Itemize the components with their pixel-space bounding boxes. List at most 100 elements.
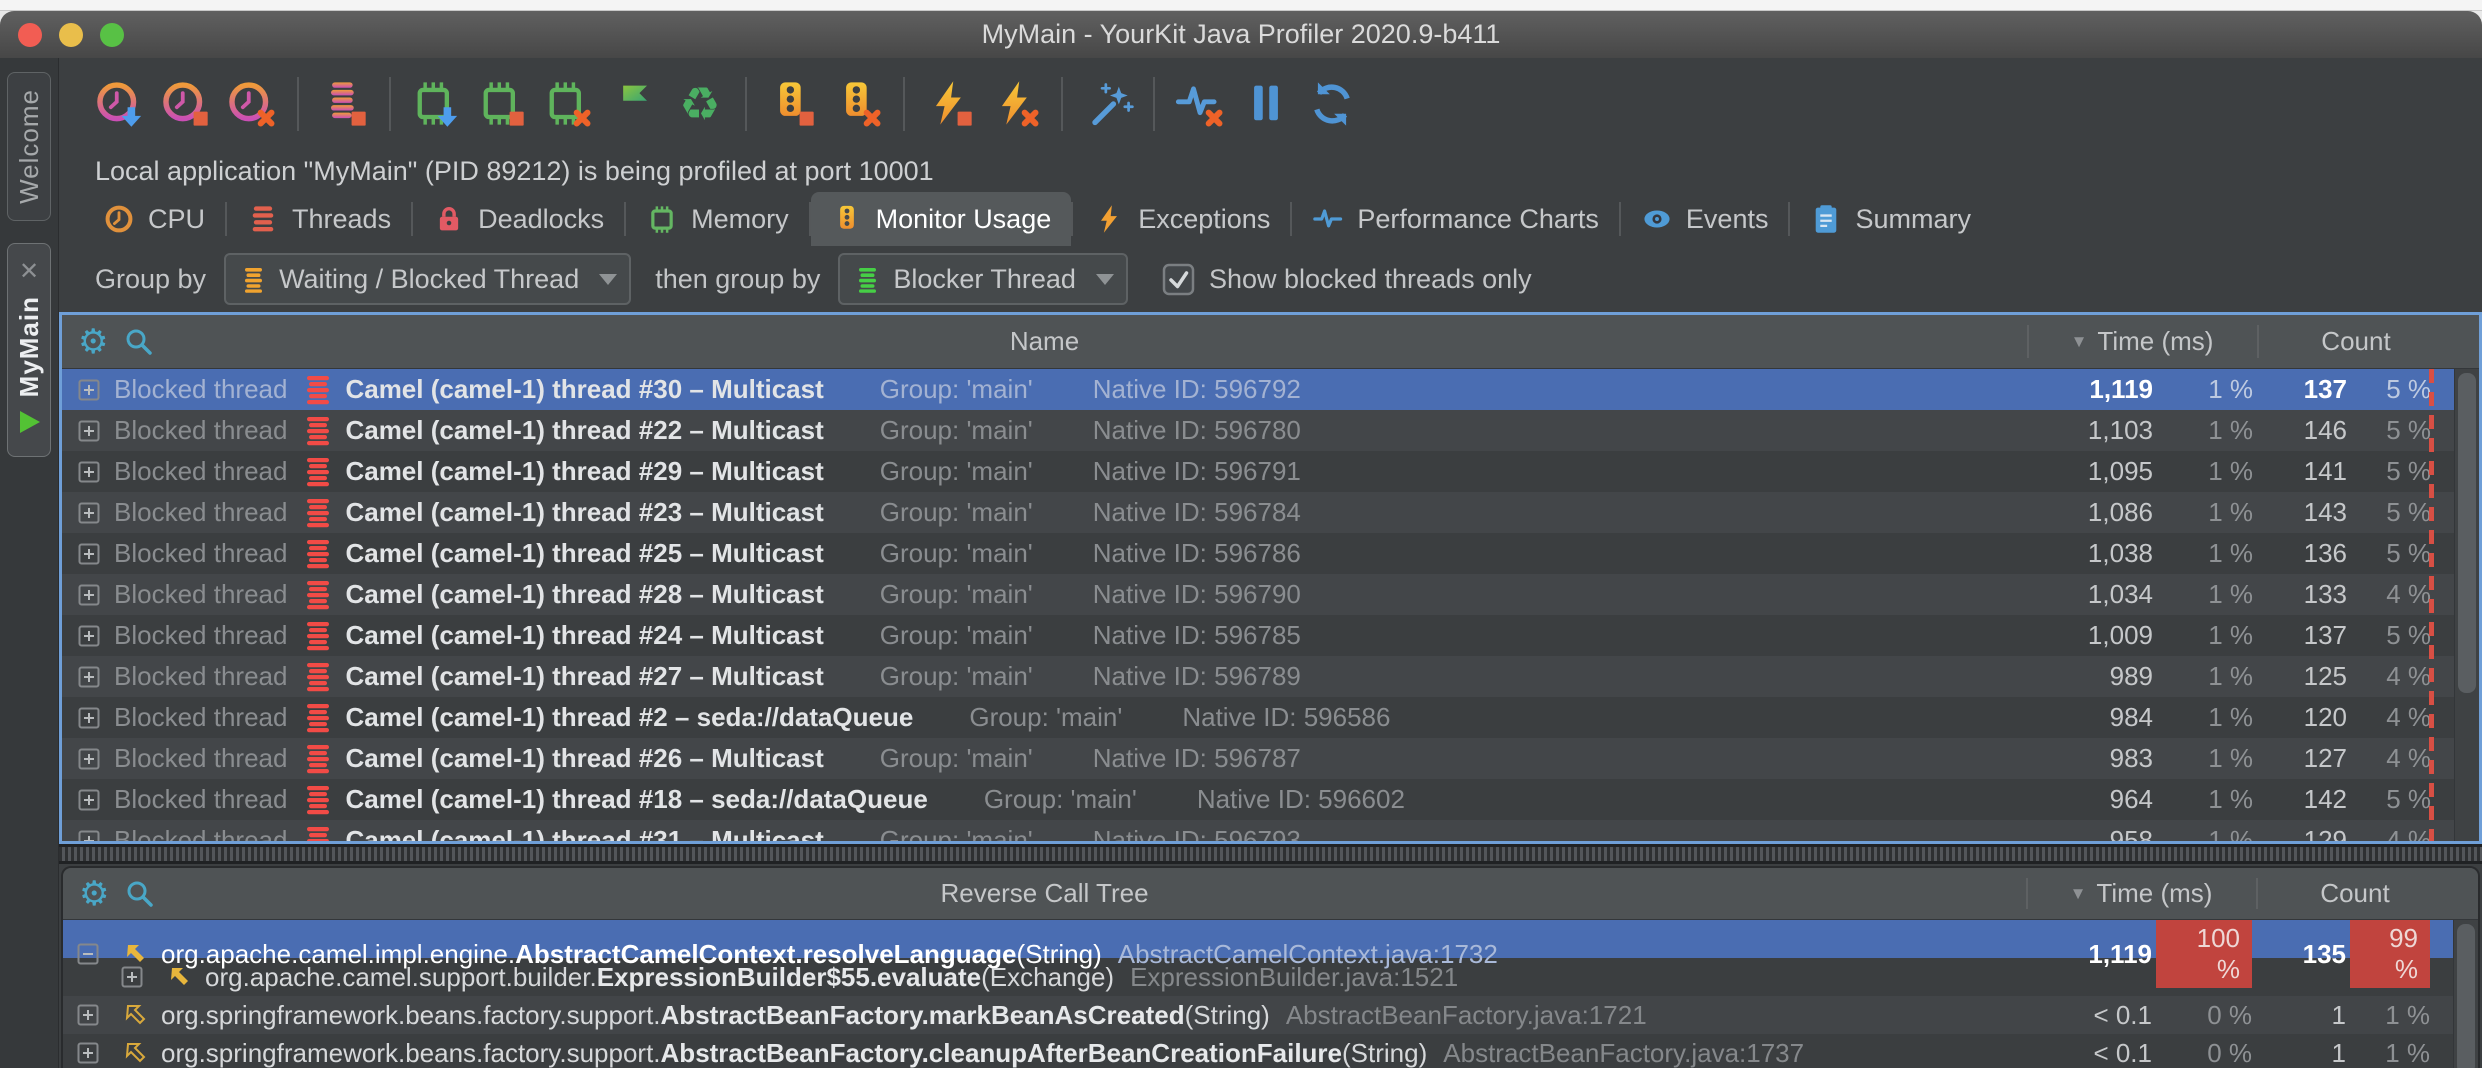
expand-icon[interactable] bbox=[78, 379, 100, 401]
capture-memory-snapshot-button[interactable] bbox=[473, 75, 531, 133]
column-header-name[interactable]: Name bbox=[62, 326, 2027, 357]
refresh-button[interactable] bbox=[1303, 75, 1361, 133]
group-by-dropdown[interactable]: Waiting / Blocked Thread bbox=[224, 253, 631, 305]
blocked-thread-prefix: Blocked thread bbox=[114, 702, 287, 733]
thread-row-name-cell: Blocked threadCamel (camel-1) thread #29… bbox=[62, 456, 2027, 487]
gear-icon[interactable]: ⚙ bbox=[79, 877, 109, 911]
tab-deadlocks[interactable]: Deadlocks bbox=[413, 192, 624, 246]
thread-row-name-cell: Blocked threadCamel (camel-1) thread #31… bbox=[62, 825, 2027, 841]
start-cpu-profiling-button[interactable] bbox=[91, 75, 149, 133]
tab-events[interactable]: Events bbox=[1621, 192, 1789, 246]
column-header-count[interactable]: Count bbox=[2256, 868, 2454, 919]
count-percent: 5 % bbox=[2351, 497, 2435, 528]
force-gc-button[interactable]: ♻ bbox=[671, 75, 729, 133]
thread-row[interactable]: Blocked threadCamel (camel-1) thread #18… bbox=[62, 779, 2455, 820]
thread-row[interactable]: Blocked threadCamel (camel-1) thread #24… bbox=[62, 615, 2455, 656]
thread-icon bbox=[305, 498, 331, 528]
start-allocation-recording-button[interactable] bbox=[407, 75, 465, 133]
thread-group: Group: 'main' bbox=[880, 415, 1033, 446]
expand-icon[interactable] bbox=[78, 830, 100, 842]
pause-button[interactable] bbox=[1237, 75, 1295, 133]
thread-name: Camel (camel-1) thread #25 – Multicast bbox=[345, 538, 823, 569]
tab-summary[interactable]: Summary bbox=[1790, 192, 1991, 246]
tab-label: CPU bbox=[148, 204, 205, 235]
expand-icon[interactable] bbox=[78, 461, 100, 483]
close-session-icon[interactable]: ✕ bbox=[19, 260, 39, 284]
thread-name: Camel (camel-1) thread #24 – Multicast bbox=[345, 620, 823, 651]
time-value: 1,034 bbox=[2027, 579, 2157, 610]
clear-allocation-data-button[interactable] bbox=[539, 75, 597, 133]
vertical-scrollbar[interactable] bbox=[2453, 920, 2478, 1068]
call-tree-row[interactable]: org.apache.camel.impl.engine.AbstractCam… bbox=[63, 920, 2454, 958]
thread-row[interactable]: Blocked threadCamel (camel-1) thread #25… bbox=[62, 533, 2455, 574]
expand-icon[interactable] bbox=[78, 707, 100, 729]
minimize-window-button[interactable] bbox=[59, 23, 83, 47]
thread-row[interactable]: Blocked threadCamel (camel-1) thread #28… bbox=[62, 574, 2455, 615]
thread-row[interactable]: Blocked threadCamel (camel-1) thread #26… bbox=[62, 738, 2455, 779]
vertical-scrollbar[interactable] bbox=[2454, 369, 2479, 841]
sort-desc-icon: ▼ bbox=[2070, 884, 2087, 904]
sidebar-tab-session[interactable]: ✕ MyMain bbox=[7, 243, 51, 457]
inspections-wand-button[interactable] bbox=[1079, 75, 1137, 133]
expand-icon[interactable] bbox=[77, 1042, 99, 1064]
search-icon[interactable] bbox=[125, 879, 155, 909]
gear-icon[interactable]: ⚙ bbox=[78, 325, 108, 359]
thread-row[interactable]: Blocked threadCamel (camel-1) thread #30… bbox=[62, 369, 2455, 410]
expand-icon[interactable] bbox=[121, 966, 143, 988]
expand-icon[interactable] bbox=[78, 666, 100, 688]
expand-icon[interactable] bbox=[78, 502, 100, 524]
expand-icon[interactable] bbox=[78, 543, 100, 565]
time-percent: 1 % bbox=[2157, 374, 2257, 405]
clear-exception-data-button[interactable] bbox=[987, 75, 1045, 133]
clear-monitor-data-icon bbox=[832, 78, 884, 130]
zoom-window-button[interactable] bbox=[100, 23, 124, 47]
blocked-thread-prefix: Blocked thread bbox=[114, 579, 287, 610]
tab-monitor-usage[interactable]: Monitor Usage bbox=[811, 192, 1072, 246]
close-window-button[interactable] bbox=[18, 23, 42, 47]
expand-icon[interactable] bbox=[78, 748, 100, 770]
set-flag-button[interactable] bbox=[605, 75, 663, 133]
tab-cpu[interactable]: CPU bbox=[83, 192, 225, 246]
thread-row[interactable]: Blocked threadCamel (camel-1) thread #2 … bbox=[62, 697, 2455, 738]
thread-row[interactable]: Blocked threadCamel (camel-1) thread #27… bbox=[62, 656, 2455, 697]
sidebar-tab-welcome[interactable]: Welcome bbox=[7, 72, 51, 221]
scrollbar-thumb[interactable] bbox=[2458, 373, 2476, 693]
thread-row[interactable]: Blocked threadCamel (camel-1) thread #23… bbox=[62, 492, 2455, 533]
expand-icon[interactable] bbox=[78, 584, 100, 606]
set-flag-icon bbox=[608, 78, 660, 130]
thread-row[interactable]: Blocked threadCamel (camel-1) thread #29… bbox=[62, 451, 2455, 492]
capture-exception-data-button[interactable] bbox=[921, 75, 979, 133]
column-header-count[interactable]: Count bbox=[2257, 315, 2455, 368]
count-percent: 4 % bbox=[2351, 661, 2435, 692]
column-header-time[interactable]: ▼ Time (ms) bbox=[2027, 315, 2257, 368]
method-package: org.apache.camel.support.builder. bbox=[205, 962, 597, 993]
thread-row[interactable]: Blocked threadCamel (camel-1) thread #22… bbox=[62, 410, 2455, 451]
panel-splitter[interactable] bbox=[59, 844, 2482, 864]
thread-native-id: Native ID: 596785 bbox=[1093, 620, 1301, 651]
column-header-time[interactable]: ▼ Time (ms) bbox=[2026, 868, 2256, 919]
exceptions-icon bbox=[1093, 203, 1125, 235]
expand-icon[interactable] bbox=[78, 420, 100, 442]
call-tree-row[interactable]: org.springframework.beans.factory.suppor… bbox=[63, 1034, 2454, 1068]
expand-icon[interactable] bbox=[77, 1004, 99, 1026]
expand-icon[interactable] bbox=[78, 625, 100, 647]
capture-monitor-data-button[interactable] bbox=[763, 75, 821, 133]
expand-icon[interactable] bbox=[78, 789, 100, 811]
tab-memory[interactable]: Memory bbox=[626, 192, 809, 246]
cpu-icon bbox=[103, 203, 135, 235]
capture-cpu-snapshot-button[interactable] bbox=[157, 75, 215, 133]
capture-thread-dump-button[interactable] bbox=[315, 75, 373, 133]
tab-exceptions[interactable]: Exceptions bbox=[1073, 192, 1290, 246]
clear-telemetry-button[interactable] bbox=[1171, 75, 1229, 133]
clear-monitor-data-button[interactable] bbox=[829, 75, 887, 133]
search-icon[interactable] bbox=[124, 327, 154, 357]
time-percent: 1 % bbox=[2157, 702, 2257, 733]
then-group-by-dropdown[interactable]: Blocker Thread bbox=[838, 253, 1128, 305]
scrollbar-thumb[interactable] bbox=[2457, 924, 2475, 1068]
show-blocked-checkbox[interactable] bbox=[1162, 263, 1195, 296]
tab-performance-charts[interactable]: Performance Charts bbox=[1292, 192, 1619, 246]
thread-row[interactable]: Blocked threadCamel (camel-1) thread #31… bbox=[62, 820, 2455, 841]
call-tree-row[interactable]: org.springframework.beans.factory.suppor… bbox=[63, 996, 2454, 1034]
tab-threads[interactable]: Threads bbox=[227, 192, 411, 246]
clear-cpu-data-button[interactable] bbox=[223, 75, 281, 133]
